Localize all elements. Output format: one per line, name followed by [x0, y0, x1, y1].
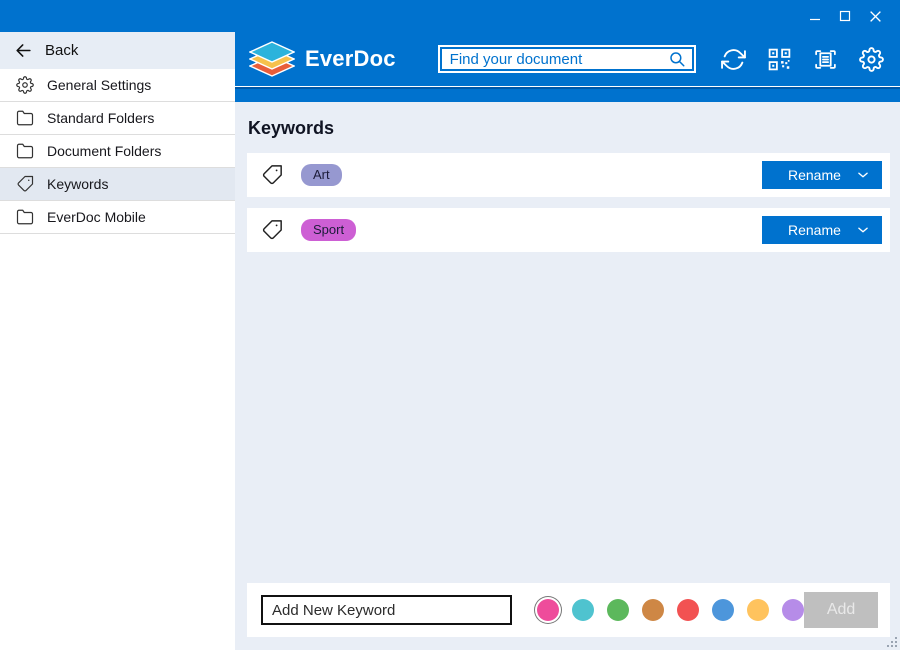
back-label: Back: [45, 42, 78, 59]
color-swatches: [537, 599, 804, 621]
minimize-icon: [809, 10, 821, 22]
new-keyword-input[interactable]: [261, 595, 512, 625]
color-swatch-pink[interactable]: [537, 599, 559, 621]
search-box: [438, 45, 696, 73]
settings-gear-icon[interactable]: [859, 47, 884, 72]
sidebar-item-document-folders[interactable]: Document Folders: [0, 135, 235, 168]
maximize-icon: [839, 10, 851, 22]
color-swatch-red[interactable]: [677, 599, 699, 621]
scan-document-icon[interactable]: [813, 47, 838, 72]
back-button[interactable]: Back: [0, 32, 235, 69]
folder-icon: [16, 208, 34, 226]
gear-icon: [16, 76, 34, 94]
add-button[interactable]: Add: [804, 592, 878, 628]
tag-icon: [261, 219, 283, 241]
sidebar-item-everdoc-mobile[interactable]: EverDoc Mobile: [0, 201, 235, 234]
chevron-down-icon: [856, 168, 870, 182]
color-swatch-teal[interactable]: [572, 599, 594, 621]
color-swatch-orange[interactable]: [642, 599, 664, 621]
color-swatch-yellow[interactable]: [747, 599, 769, 621]
settings-sidebar: Back General Settings Standard Folders D…: [0, 32, 235, 650]
tag-icon: [16, 175, 34, 193]
maximize-button[interactable]: [830, 4, 860, 28]
app-name: EverDoc: [305, 46, 396, 72]
minimize-button[interactable]: [800, 4, 830, 28]
qr-code-icon[interactable]: [767, 47, 792, 72]
back-arrow-icon: [14, 41, 33, 60]
sync-icon[interactable]: [721, 47, 746, 72]
keyword-badge: Sport: [301, 219, 356, 241]
search-icon[interactable]: [668, 50, 686, 68]
color-swatch-blue[interactable]: [712, 599, 734, 621]
keywords-panel: Keywords Art Rename Sport: [235, 102, 900, 650]
rename-button[interactable]: Rename: [762, 216, 882, 244]
keyword-badge: Art: [301, 164, 342, 186]
sidebar-item-label: General Settings: [47, 77, 151, 93]
sidebar-item-general-settings[interactable]: General Settings: [0, 69, 235, 102]
close-button[interactable]: [860, 4, 890, 28]
rename-label: Rename: [788, 167, 841, 183]
resize-grip[interactable]: [885, 635, 898, 648]
rename-label: Rename: [788, 222, 841, 238]
sidebar-item-label: Document Folders: [47, 143, 161, 159]
sidebar-item-label: Standard Folders: [47, 110, 154, 126]
everdoc-logo: [249, 41, 295, 77]
sidebar-item-standard-folders[interactable]: Standard Folders: [0, 102, 235, 135]
color-swatch-purple[interactable]: [782, 599, 804, 621]
folder-icon: [16, 142, 34, 160]
rename-button[interactable]: Rename: [762, 161, 882, 189]
search-input[interactable]: [450, 51, 668, 68]
keyword-row-art: Art Rename: [247, 153, 890, 197]
header-sub-strip: [235, 89, 900, 102]
folder-icon: [16, 109, 34, 127]
title-bar: [0, 0, 900, 32]
sidebar-item-label: EverDoc Mobile: [47, 209, 146, 225]
keyword-row-sport: Sport Rename: [247, 208, 890, 252]
sidebar-item-label: Keywords: [47, 176, 108, 192]
app-window: Back General Settings Standard Folders D…: [0, 0, 900, 650]
sidebar-item-keywords[interactable]: Keywords: [0, 168, 235, 201]
chevron-down-icon: [856, 223, 870, 237]
color-swatch-green[interactable]: [607, 599, 629, 621]
close-icon: [869, 10, 882, 23]
main-area: EverDoc: [235, 32, 900, 650]
page-title: Keywords: [248, 118, 890, 139]
add-keyword-bar: Add: [247, 583, 890, 637]
tag-icon: [261, 164, 283, 186]
app-header: EverDoc: [235, 32, 900, 86]
